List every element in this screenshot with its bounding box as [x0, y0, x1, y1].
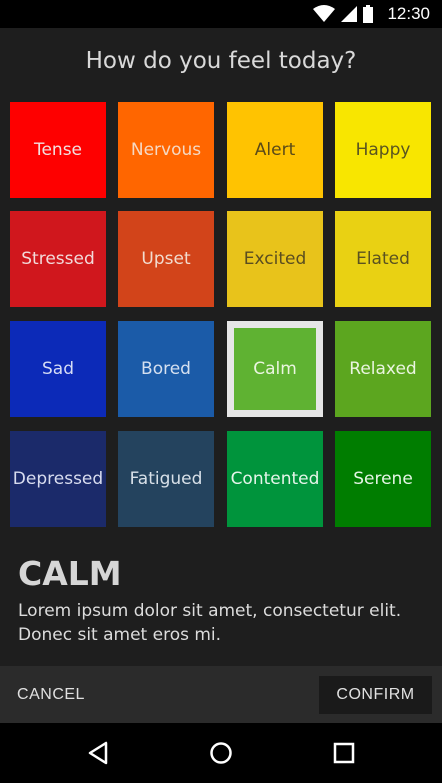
wifi-icon: [313, 5, 336, 22]
mood-tile-fatigued[interactable]: Fatigued: [118, 431, 214, 527]
mood-tile-label: Happy: [355, 140, 411, 160]
confirm-button[interactable]: CONFIRM: [319, 676, 432, 714]
dialog-actions: CANCEL CONFIRM: [0, 666, 442, 723]
mood-tile-elated[interactable]: Elated: [335, 211, 431, 307]
mood-tile-serene[interactable]: Serene: [335, 431, 431, 527]
mood-tile-inner: Calm: [234, 328, 316, 410]
mood-tile-label: Sad: [42, 359, 74, 379]
mood-tile-label: Bored: [141, 359, 191, 379]
mood-tile-label: Fatigued: [129, 469, 203, 489]
mood-tile-relaxed[interactable]: Relaxed: [335, 321, 431, 417]
navigation-bar: [0, 723, 442, 783]
mood-tile-label: Calm: [253, 359, 297, 379]
mood-tile-label: Excited: [243, 249, 307, 269]
home-icon[interactable]: [206, 738, 236, 768]
status-icons: 12:30: [313, 0, 430, 28]
mood-tile-upset[interactable]: Upset: [118, 211, 214, 307]
mood-tile-label: Elated: [356, 249, 410, 269]
recents-icon[interactable]: [329, 738, 359, 768]
mood-tile-bored[interactable]: Bored: [118, 321, 214, 417]
mood-dialog: How do you feel today? Tense Nervous Alert…: [0, 28, 442, 723]
mood-tile-label: Nervous: [130, 140, 202, 160]
mood-tile-contented[interactable]: Contented: [227, 431, 323, 527]
mood-tile-label: Relaxed: [349, 359, 417, 379]
mood-tile-label: Upset: [141, 249, 191, 269]
mood-tile-happy[interactable]: Happy: [335, 102, 431, 198]
mood-tile-tense[interactable]: Tense: [10, 102, 106, 198]
mood-tile-calm[interactable]: Calm: [227, 321, 323, 417]
back-icon[interactable]: [84, 738, 114, 768]
selected-mood-title: CALM: [18, 554, 122, 593]
status-time: 12:30: [387, 4, 430, 23]
cancel-button[interactable]: CANCEL: [10, 676, 92, 714]
mood-tile-nervous[interactable]: Nervous: [118, 102, 214, 198]
mood-tile-alert[interactable]: Alert: [227, 102, 323, 198]
status-bar: 12:30: [0, 0, 442, 28]
mood-tile-stressed[interactable]: Stressed: [10, 211, 106, 307]
mood-tile-sad[interactable]: Sad: [10, 321, 106, 417]
battery-icon: [363, 5, 374, 23]
selected-mood-description: Lorem ipsum dolor sit amet, consectetur …: [18, 601, 402, 645]
mood-tile-label: Serene: [353, 469, 413, 489]
mood-tile-label: Stressed: [21, 249, 95, 269]
signal-icon: [341, 6, 358, 22]
mood-tile-label: Alert: [254, 140, 296, 160]
mood-tile-depressed[interactable]: Depressed: [10, 431, 106, 527]
mood-tile-excited[interactable]: Excited: [227, 211, 323, 307]
mood-tile-label: Contented: [230, 469, 320, 489]
mood-grid: Tense Nervous Alert Happy Stressed Upset Excit…: [0, 28, 442, 548]
mood-tile-label: Depressed: [12, 469, 104, 489]
mood-tile-label: Tense: [33, 140, 83, 160]
